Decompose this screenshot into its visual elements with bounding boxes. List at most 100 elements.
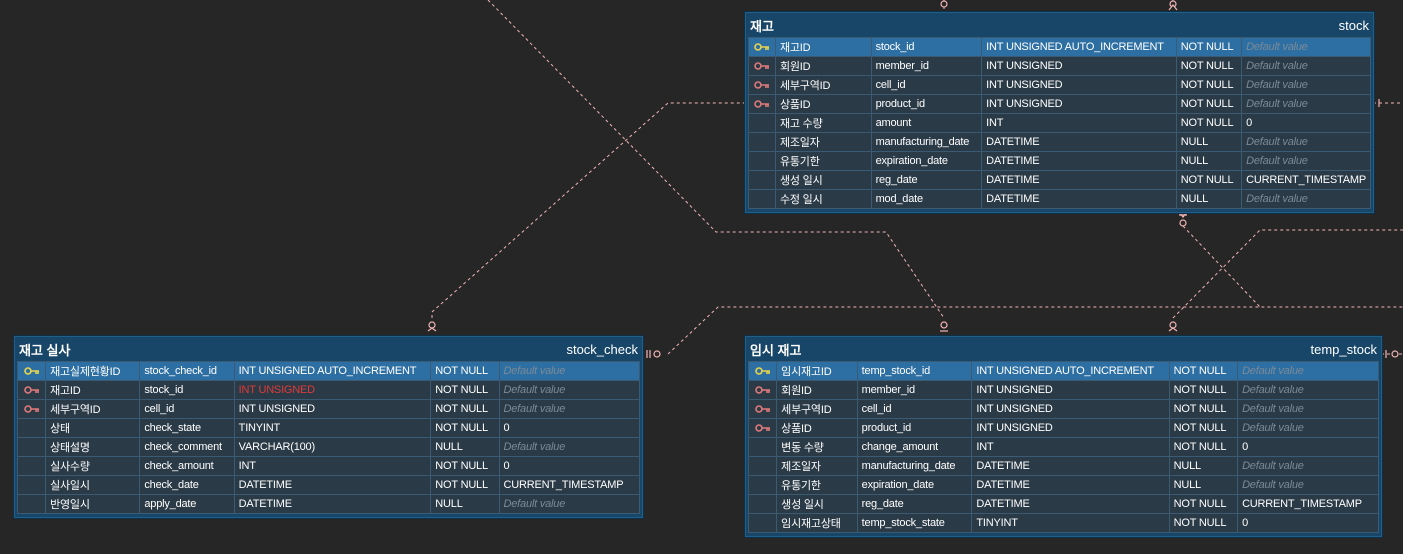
column-default[interactable]: CURRENT_TIMESTAMP [1241, 170, 1371, 190]
column-physical-name[interactable]: stock_id [870, 37, 983, 57]
column-nullable[interactable]: NULL [430, 494, 500, 514]
column-data-type[interactable]: INT [971, 437, 1170, 457]
column-logical-name[interactable]: 상품ID [774, 94, 872, 114]
column-default[interactable]: Default value [498, 399, 641, 419]
column-nullable[interactable]: NOT NULL [1168, 380, 1239, 400]
column-logical-name[interactable]: 세부구역ID [774, 75, 872, 95]
column-logical-name[interactable]: 재고ID [774, 37, 872, 57]
column-row[interactable]: 수정 일시 mod_date DATETIME NULL Default value [748, 189, 1371, 209]
column-default[interactable]: Default value [1237, 380, 1379, 400]
column-default[interactable]: Default value [1237, 361, 1379, 381]
column-physical-name[interactable]: check_date [139, 475, 235, 495]
column-physical-name[interactable]: cell_id [139, 399, 235, 419]
column-row[interactable]: 생성 일시 reg_date DATETIME NOT NULL CURRENT_TIM… [748, 170, 1371, 190]
column-physical-name[interactable]: reg_date [870, 170, 983, 190]
column-nullable[interactable]: NOT NULL [1175, 75, 1243, 95]
column-physical-name[interactable]: temp_stock_state [856, 513, 973, 533]
column-logical-name[interactable]: 유통기한 [776, 475, 858, 495]
table-temp-stock[interactable]: 임시 재고 temp_stock 임시재고ID temp_stock_id INT … [745, 336, 1382, 537]
column-default[interactable]: 0 [1241, 113, 1371, 133]
column-row[interactable]: 임시재고상태 temp_stock_state TINYINT NOT NULL 0 [747, 513, 1379, 533]
column-default[interactable]: Default value [1241, 75, 1371, 95]
column-row[interactable]: 회원ID member_id INT UNSIGNED NOT NULL Default… [748, 56, 1371, 76]
column-logical-name[interactable]: 재고실제현황ID [45, 361, 141, 381]
column-logical-name[interactable]: 수정 일시 [774, 189, 872, 209]
column-nullable[interactable]: NOT NULL [430, 418, 500, 438]
column-default[interactable]: Default value [1237, 418, 1379, 438]
column-physical-name[interactable]: member_id [870, 56, 983, 76]
column-physical-name[interactable]: expiration_date [856, 475, 973, 495]
column-logical-name[interactable]: 제조일자 [776, 456, 858, 476]
column-logical-name[interactable]: 재고ID [45, 380, 141, 400]
column-nullable[interactable]: NULL [1175, 151, 1243, 171]
column-logical-name[interactable]: 회원ID [776, 380, 858, 400]
column-default[interactable]: Default value [1241, 189, 1371, 209]
column-data-type[interactable]: DATETIME [981, 170, 1177, 190]
column-nullable[interactable]: NOT NULL [430, 475, 500, 495]
table-header[interactable]: 재고 실사 stock_check [15, 337, 642, 361]
column-default[interactable]: 0 [1237, 513, 1379, 533]
column-physical-name[interactable]: expiration_date [870, 151, 983, 171]
column-data-type[interactable]: INT UNSIGNED AUTO_INCREMENT [971, 361, 1170, 381]
column-logical-name[interactable]: 생성 일시 [774, 170, 872, 190]
column-logical-name[interactable]: 반영일시 [45, 494, 141, 514]
column-default[interactable]: Default value [1237, 399, 1379, 419]
column-data-type[interactable]: DATETIME [233, 475, 432, 495]
column-logical-name[interactable]: 제조일자 [774, 132, 872, 152]
column-data-type[interactable]: INT UNSIGNED [981, 75, 1177, 95]
column-row[interactable]: 재고 수량 amount INT NOT NULL 0 [748, 113, 1371, 133]
column-nullable[interactable]: NOT NULL [1175, 94, 1243, 114]
column-data-type[interactable]: INT UNSIGNED [981, 56, 1177, 76]
column-row[interactable]: 실사일시 check_date DATETIME NOT NULL CURRENT_TI… [16, 475, 641, 495]
column-logical-name[interactable]: 실사수량 [45, 456, 141, 476]
column-logical-name[interactable]: 변동 수량 [776, 437, 858, 457]
column-data-type[interactable]: INT UNSIGNED [233, 380, 432, 400]
column-default[interactable]: Default value [1241, 151, 1371, 171]
column-default[interactable]: Default value [498, 380, 641, 400]
column-default[interactable]: 0 [498, 456, 641, 476]
column-physical-name[interactable]: check_amount [139, 456, 235, 476]
table-header[interactable]: 임시 재고 temp_stock [746, 337, 1381, 361]
column-logical-name[interactable]: 상품ID [776, 418, 858, 438]
column-row[interactable]: 세부구역ID cell_id INT UNSIGNED NOT NULL Default… [747, 399, 1379, 419]
column-data-type[interactable]: VARCHAR(100) [233, 437, 432, 457]
column-nullable[interactable]: NOT NULL [1175, 56, 1243, 76]
column-nullable[interactable]: NOT NULL [1175, 37, 1243, 57]
column-physical-name[interactable]: member_id [856, 380, 973, 400]
column-data-type[interactable]: DATETIME [971, 475, 1170, 495]
column-data-type[interactable]: DATETIME [971, 494, 1170, 514]
column-logical-name[interactable]: 세부구역ID [776, 399, 858, 419]
column-physical-name[interactable]: temp_stock_id [856, 361, 973, 381]
column-logical-name[interactable]: 상태 [45, 418, 141, 438]
column-default[interactable]: Default value [1241, 56, 1371, 76]
column-physical-name[interactable]: cell_id [856, 399, 973, 419]
column-default[interactable]: Default value [1241, 94, 1371, 114]
column-data-type[interactable]: INT UNSIGNED [971, 399, 1170, 419]
column-physical-name[interactable]: reg_date [856, 494, 973, 514]
column-nullable[interactable]: NOT NULL [1168, 361, 1239, 381]
column-data-type[interactable]: DATETIME [233, 494, 432, 514]
column-physical-name[interactable]: mod_date [870, 189, 983, 209]
column-physical-name[interactable]: change_amount [856, 437, 973, 457]
column-nullable[interactable]: NULL [1168, 475, 1239, 495]
column-default[interactable]: Default value [1241, 37, 1371, 57]
column-data-type[interactable]: INT UNSIGNED [971, 380, 1170, 400]
table-stock-check[interactable]: 재고 실사 stock_check 재고실제현황ID stock_check_id… [14, 336, 643, 518]
column-nullable[interactable]: NOT NULL [430, 380, 500, 400]
column-physical-name[interactable]: manufacturing_date [870, 132, 983, 152]
table-header[interactable]: 재고 stock [746, 13, 1373, 37]
column-nullable[interactable]: NULL [1168, 456, 1239, 476]
column-data-type[interactable]: DATETIME [981, 151, 1177, 171]
column-row[interactable]: 세부구역ID cell_id INT UNSIGNED NOT NULL Default… [16, 399, 641, 419]
column-default[interactable]: Default value [498, 494, 641, 514]
column-logical-name[interactable]: 재고 수량 [774, 113, 872, 133]
column-row[interactable]: 실사수량 check_amount INT NOT NULL 0 [16, 456, 641, 476]
column-data-type[interactable]: DATETIME [981, 189, 1177, 209]
column-data-type[interactable]: INT UNSIGNED AUTO_INCREMENT [981, 37, 1177, 57]
column-row[interactable]: 상태설명 check_comment VARCHAR(100) NULL Default… [16, 437, 641, 457]
column-row[interactable]: 재고실제현황ID stock_check_id INT UNSIGNED AUTO_… [16, 361, 641, 381]
column-nullable[interactable]: NULL [1175, 132, 1243, 152]
column-nullable[interactable]: NULL [430, 437, 500, 457]
column-row[interactable]: 변동 수량 change_amount INT NOT NULL 0 [747, 437, 1379, 457]
column-physical-name[interactable]: stock_id [139, 380, 235, 400]
